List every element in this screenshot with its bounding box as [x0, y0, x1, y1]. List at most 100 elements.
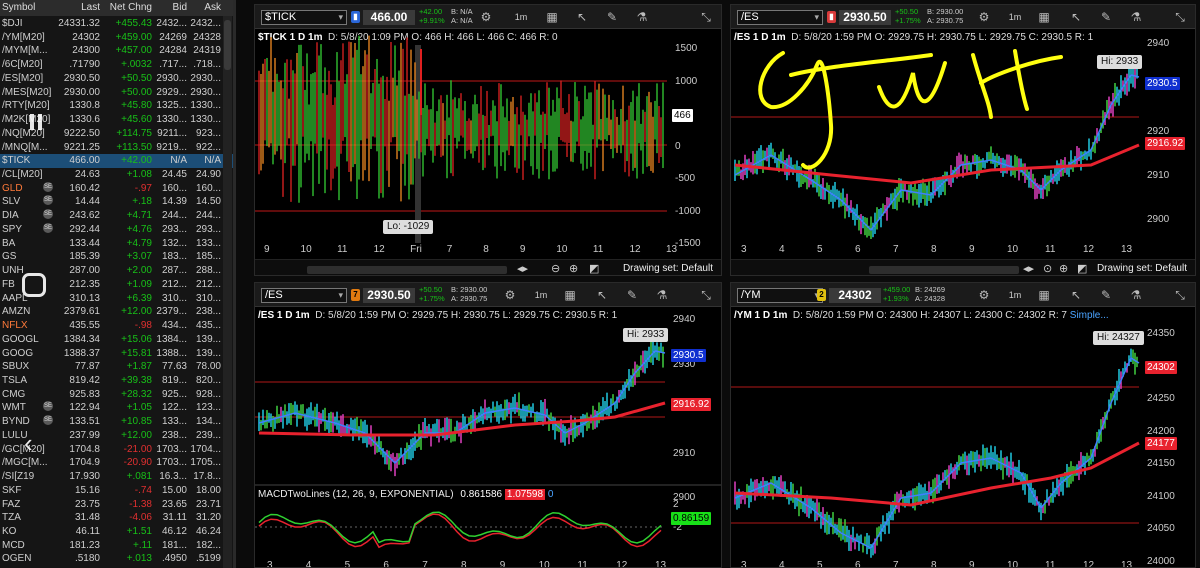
ask-cell: 160... [195, 182, 221, 194]
col-symbol[interactable]: Symbol [2, 2, 58, 13]
net-change-cell: +50.00 [121, 86, 152, 98]
net-change-cell: +1.87 [126, 361, 152, 373]
watchlist-row[interactable]: /ES[M20] 2930.50 +50.50 2930... 2930... [0, 72, 233, 85]
watchlist-row[interactable]: DIA 243.62 +4.71 244... 244... SE [0, 209, 233, 222]
bid-cell: 160... [161, 182, 187, 194]
watchlist-row[interactable]: /CL[M20] 24.63 +1.08 24.45 24.90 [0, 168, 233, 181]
watchlist-row[interactable]: /6C[M20] .71790 +.0032 .717... .718... [0, 58, 233, 71]
watchlist-row[interactable]: OGEN .5180 +.013 .4950 .5199 [0, 552, 233, 565]
axis-tick-label: 13 [1121, 560, 1133, 568]
col-bid[interactable]: Bid [154, 2, 187, 13]
watchlist-scrollbar[interactable] [223, 16, 232, 568]
expand-icon[interactable]: ◂▸ [517, 262, 528, 275]
back-chevron-icon[interactable]: ‹ [24, 430, 33, 456]
watchlist-row[interactable]: $TICK 466.00 +42.00 N/A N/A [0, 154, 233, 168]
ask-cell: .718... [193, 59, 221, 71]
net-change-cell: +457.00 [115, 45, 152, 57]
watchlist-row[interactable]: /SI[Z19 17.930 +.081 16.3... 17.8... [0, 470, 233, 483]
watchlist-row[interactable]: WMT 122.94 +1.05 122... 123... SE [0, 401, 233, 414]
es-chart-canvas[interactable] [255, 283, 722, 568]
ask-cell: 435... [195, 320, 221, 332]
watchlist-row[interactable]: BA 133.44 +4.79 132... 133... [0, 237, 233, 250]
time-scrollbar[interactable] [307, 266, 507, 274]
bid-cell: 293... [161, 223, 187, 235]
watchlist-row[interactable]: KO 46.11 +1.51 46.12 46.24 [0, 525, 233, 538]
bid-cell: 122... [161, 402, 187, 414]
watchlist-row[interactable]: SBUX 77.87 +1.87 77.63 78.00 [0, 360, 233, 373]
symbol-cell: /MYM[M... [2, 45, 48, 57]
ask-cell: 2930... [190, 86, 221, 98]
ask-cell: 134... [195, 416, 221, 428]
axis-tick-label: 5 [344, 560, 351, 568]
net-change-cell: +1.08 [126, 169, 152, 181]
watchlist-row[interactable]: FAZ 23.75 -1.38 23.65 23.71 [0, 498, 233, 511]
axis-tick-label: 10 [1007, 560, 1019, 568]
last-cell: 466.00 [69, 155, 100, 167]
zoom-in-icon[interactable]: ⊕ [569, 262, 578, 275]
watchlist-row[interactable]: /MYM[M... 24300 +457.00 24284 24319 [0, 44, 233, 57]
watchlist-row[interactable]: BYND 133.51 +10.85 133... 134... SE [0, 415, 233, 428]
watchlist-row[interactable]: GOOGL 1384.34 +15.06 1384... 139... [0, 333, 233, 346]
ask-cell: 2432... [190, 18, 221, 29]
net-change-cell: +.081 [126, 471, 152, 483]
macd-title[interactable]: MACDTwoLines (12, 26, 9, EXPONENTIAL) [258, 489, 454, 500]
watchlist-row[interactable]: GLD 160.42 -.97 160... 160... SE [0, 181, 233, 195]
ask-cell: 1704... [190, 443, 221, 455]
col-last[interactable]: Last [56, 2, 100, 13]
last-cell: 9221.25 [63, 141, 100, 153]
ask-cell: 288... [195, 265, 221, 277]
time-axis: 3 4 5 6 7 8 9 10 11 12 13 [255, 560, 721, 568]
time-axis: 3 4 5 6 7 8 9 10 11 12 13 [731, 560, 1195, 568]
axis-tick-label: 0 [675, 140, 681, 152]
watchlist-scroll-thumb[interactable] [224, 20, 231, 70]
ym-chart-canvas[interactable] [731, 283, 1196, 568]
last-cell: 24302 [72, 31, 100, 43]
last-cell: 435.55 [69, 320, 100, 332]
watchlist-row[interactable]: LULU 237.99 +12.00 238... 239... [0, 429, 233, 442]
axis-tick-label: 11 [1045, 560, 1056, 568]
watchlist-row[interactable]: /MES[M20] 2930.00 +50.00 2929... 2930... [0, 86, 233, 99]
axis-tick-label: 9 [969, 560, 975, 568]
watchlist-row[interactable]: CMG 925.83 +28.32 925... 928... [0, 388, 233, 401]
watchlist-row[interactable]: /YM[M20] 24302 +459.00 24269 24328 [0, 31, 233, 44]
watchlist-row[interactable]: AMZN 2379.61 +12.00 2379... 238... [0, 305, 233, 318]
watchlist-row[interactable]: GOOG 1388.37 +15.81 1388... 139... [0, 347, 233, 360]
watchlist-row[interactable]: TZA 31.48 -4.06 31.11 31.20 [0, 511, 233, 524]
watchlist-row[interactable]: GS 185.39 +3.07 183... 185... [0, 250, 233, 263]
pause-icon[interactable] [28, 112, 46, 132]
col-net-change[interactable]: Net Chng [102, 2, 152, 13]
bid-cell: 181... [161, 539, 187, 551]
home-button-icon[interactable] [22, 273, 46, 297]
last-cell: 181.23 [69, 539, 100, 551]
last-cell: 133.44 [69, 237, 100, 249]
bid-cell: 24.45 [161, 169, 187, 181]
bid-cell: 1325... [156, 100, 187, 112]
watchlist-row[interactable]: /MNQ[M... 9221.25 +113.50 9219... 922... [0, 141, 233, 154]
bid-cell: 14.39 [161, 196, 187, 208]
watchlist-row[interactable]: $DJI 24331.32 +455.43 2432... 2432... [0, 17, 233, 30]
axis-tick-label: 24200 [1147, 425, 1175, 437]
drawing-tool-icon[interactable]: ◩ [589, 262, 599, 275]
watchlist-row[interactable]: SKF 15.16 -.74 15.00 18.00 [0, 484, 233, 497]
bid-cell: 16.3... [159, 471, 187, 483]
last-price-tag: 466 [672, 109, 693, 122]
watchlist-row[interactable]: TSLA 819.42 +39.38 819... 820... [0, 374, 233, 387]
watchlist-row[interactable]: SLV 14.44 +.18 14.39 14.50 SE [0, 195, 233, 208]
watchlist-row[interactable]: /GC[M20] 1704.8 -21.00 1703... 1704... [0, 443, 233, 456]
last-cell: 14.44 [74, 196, 100, 208]
drawing-set[interactable]: Drawing set: Default [623, 263, 713, 274]
last-cell: .5180 [74, 553, 100, 565]
last-cell: 1388.37 [63, 347, 100, 359]
net-change-cell: +4.76 [126, 223, 152, 235]
zoom-out-icon[interactable]: ⊖ [551, 262, 560, 275]
col-ask[interactable]: Ask [189, 2, 221, 13]
watchlist-row[interactable]: SPY 292.44 +4.76 293... 293... SE [0, 222, 233, 236]
ask-cell: 923... [195, 127, 221, 139]
watchlist-row[interactable]: NFLX 435.55 -.98 434... 435... [0, 319, 233, 332]
watchlist-row[interactable]: MCD 181.23 +.11 181... 182... [0, 539, 233, 552]
tick-chart-canvas[interactable] [255, 5, 722, 276]
net-change-cell: +15.81 [121, 347, 152, 359]
watchlist-row[interactable]: /MGC[M... 1704.9 -20.90 1703... 1705... [0, 456, 233, 469]
watchlist-row[interactable]: /RTY[M20] 1330.8 +45.80 1325... 1330... [0, 99, 233, 112]
net-change-cell: +15.06 [121, 333, 152, 345]
